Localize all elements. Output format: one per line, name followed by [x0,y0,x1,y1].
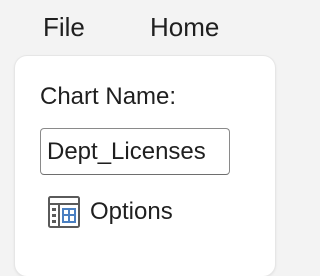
options-label: Options [90,198,173,225]
chart-name-input[interactable] [40,128,230,175]
chart-name-label: Chart Name: [40,83,177,110]
menu-file[interactable]: File [43,11,85,43]
menu-home[interactable]: Home [150,11,219,43]
options-button[interactable]: Options [46,192,173,232]
options-table-icon [48,196,80,228]
menu-bar: File Home [0,0,250,56]
